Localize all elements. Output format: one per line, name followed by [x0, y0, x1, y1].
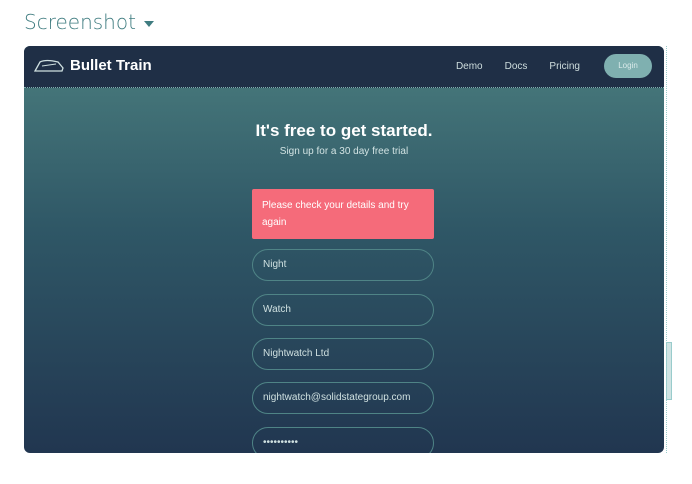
brand-name: Bullet Train — [70, 57, 152, 74]
error-alert: Please check your details and try again — [252, 189, 434, 239]
email-input[interactable]: nightwatch@solidstategroup.com — [252, 382, 434, 414]
brand-logo[interactable]: Bullet Train — [34, 57, 152, 74]
navbar: Bullet Train Demo Docs Pricing Login — [24, 46, 664, 88]
company-input[interactable]: Nightwatch Ltd — [252, 338, 434, 370]
last-name-input[interactable]: Watch — [252, 294, 434, 326]
nav-link-docs[interactable]: Docs — [505, 61, 528, 72]
first-name-input[interactable]: Night — [252, 249, 434, 281]
screenshot-frame: Bullet Train Demo Docs Pricing Login It'… — [24, 46, 664, 453]
caret-down-icon[interactable] — [143, 20, 154, 27]
login-button[interactable]: Login — [604, 54, 652, 78]
password-input[interactable]: •••••••••• — [252, 427, 434, 453]
page-subheading: Sign up for a 30 day free trial — [279, 146, 409, 157]
nav-link-demo[interactable]: Demo — [456, 61, 483, 72]
nav-link-pricing[interactable]: Pricing — [549, 61, 580, 72]
train-icon — [34, 59, 64, 72]
section-title-text: Screenshot — [24, 10, 136, 34]
page-heading: It's free to get started. — [255, 121, 433, 140]
section-title[interactable]: Screenshot — [24, 10, 154, 34]
scrollbar-thumb[interactable] — [666, 342, 672, 400]
